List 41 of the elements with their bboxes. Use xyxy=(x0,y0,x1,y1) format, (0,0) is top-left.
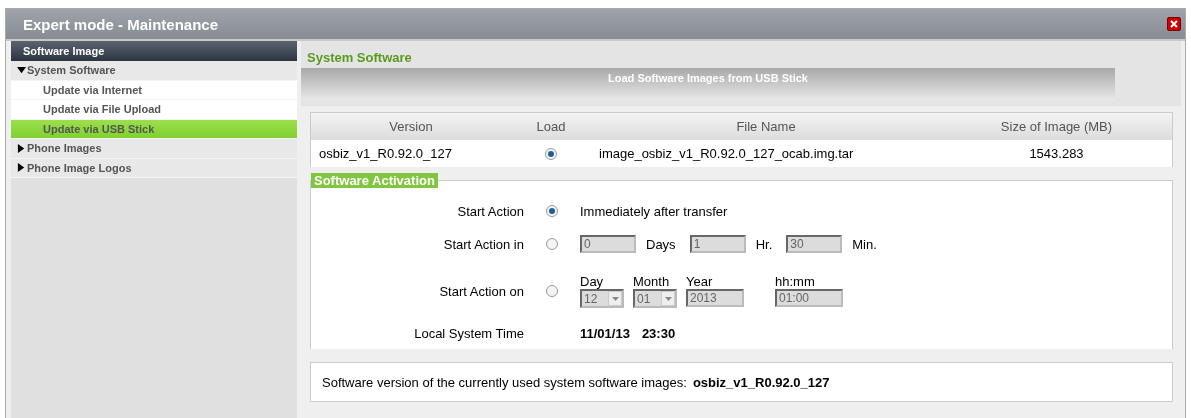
option-label: Local System Time xyxy=(413,325,524,341)
sidebar-item[interactable]: Phone Images xyxy=(11,139,297,159)
sidebar-item[interactable]: Update via USB Stick xyxy=(11,119,297,139)
field-caption: Year xyxy=(686,274,714,289)
unit-label: Days xyxy=(646,236,676,252)
version-value: osbiz_v1_R0.92.0_127 xyxy=(692,374,830,390)
radio-button[interactable] xyxy=(546,285,558,297)
caret-down-icon xyxy=(661,291,675,306)
unit-label: Min. xyxy=(852,236,877,252)
section-heading: System Software xyxy=(306,49,413,67)
table-cell-text: osbiz_v1_R0.92.0_127 xyxy=(318,146,453,161)
sidebar-item[interactable]: Phone Image Logos xyxy=(11,158,297,178)
radio-button[interactable] xyxy=(545,147,557,160)
sidebar-item[interactable]: System Software xyxy=(11,61,297,81)
sidebar-header: Software Image xyxy=(11,41,297,61)
field-caption: Day xyxy=(580,274,605,289)
column-header: Load xyxy=(535,119,567,134)
radio-button[interactable] xyxy=(546,238,558,250)
unit-label: Hr. xyxy=(755,236,773,252)
info-text: Software version of the currently used system software images: xyxy=(322,374,687,390)
sidebar-item[interactable]: Update via Internet xyxy=(11,80,297,100)
column-header: Version xyxy=(388,119,434,134)
radio-button[interactable] xyxy=(546,205,558,217)
caret-down-icon xyxy=(17,65,26,75)
sidebar-item[interactable]: Update via File Upload xyxy=(11,100,297,120)
date-value: 11/01/13 xyxy=(580,325,630,341)
option-label: Start Action xyxy=(456,203,524,219)
option-label: Start Action in xyxy=(442,236,524,252)
column-header: File Name xyxy=(735,119,797,134)
section-title: Software Activation xyxy=(311,173,438,188)
option-text: Immediately after transfer xyxy=(580,203,729,219)
field-caption: hh:mm xyxy=(775,274,816,289)
table-cell-text: 1543.283 xyxy=(1028,146,1085,161)
caret-down-icon xyxy=(608,291,622,306)
window-title: Expert mode - Maintenance xyxy=(23,15,219,33)
time-value: 23:30 xyxy=(641,325,676,341)
option-label: Start Action on xyxy=(438,283,524,299)
field-caption: Month xyxy=(633,274,671,289)
close-button[interactable] xyxy=(1167,17,1181,31)
column-header: Size of Image (MB) xyxy=(999,119,1114,134)
table-cell-text: image_osbiz_v1_R0.92.0_127_ocab.img.tar xyxy=(598,146,855,161)
